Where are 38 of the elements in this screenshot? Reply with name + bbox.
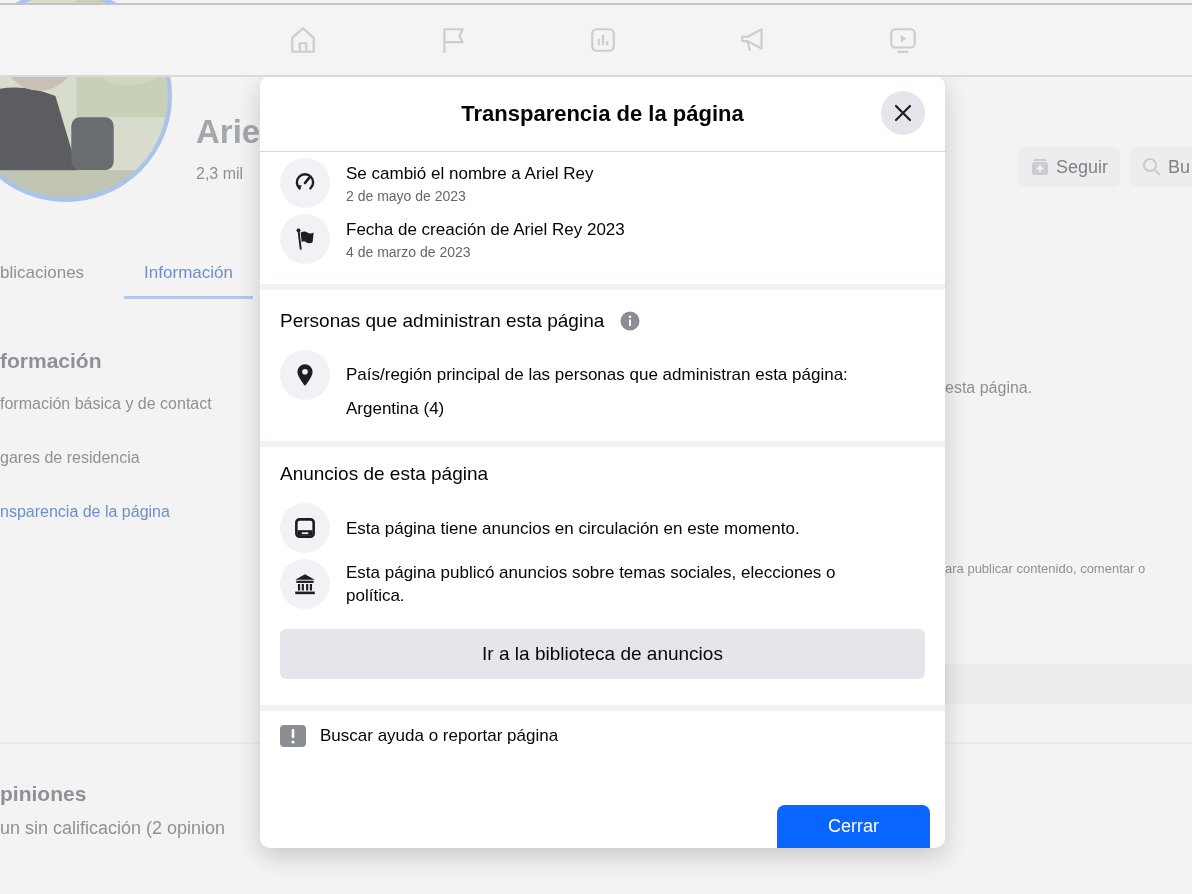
profile-tab[interactable]: Información	[124, 249, 253, 299]
history-date: 4 de marzo de 2023	[346, 244, 472, 260]
follower-count: 2,3 mil	[196, 165, 244, 183]
close-button[interactable]	[881, 91, 925, 135]
admin-country: Argentina (4)	[346, 399, 446, 419]
admin-text: País/región principal de las personas que administran esta página:	[346, 364, 849, 386]
search-icon	[1141, 157, 1162, 177]
page-name: Arie	[196, 113, 262, 151]
history-text: Se cambió el nombre a Ariel Rey	[346, 163, 595, 185]
body-text: ara publicar contenido, comentar o	[945, 561, 1146, 576]
section-heading: Anuncios de esta página	[280, 463, 490, 485]
home-icon[interactable]	[288, 25, 318, 55]
close-button[interactable]: Cerrar	[777, 805, 930, 848]
ads-text: Esta página publicó anuncios sobre temas sociales, elecciones o política.	[346, 562, 837, 607]
follow-button[interactable]: Seguir	[1017, 147, 1120, 187]
sidebar-item[interactable]: gares de residencia	[0, 449, 262, 503]
section-heading: Personas que administran esta página	[280, 310, 605, 332]
chart-icon[interactable]	[588, 25, 618, 55]
monitor-icon	[292, 515, 318, 541]
section-heading: formación	[0, 349, 103, 373]
ad-library-button[interactable]: Ir a la biblioteca de anuncios	[280, 629, 925, 679]
video-icon[interactable]	[888, 25, 918, 55]
info-icon	[620, 311, 641, 331]
history-text: Fecha de creación de Ariel Rey 2023	[346, 219, 626, 241]
sidebar-item[interactable]: nsparencia de la página	[0, 503, 262, 557]
body-text: esta página.	[945, 379, 1033, 397]
warning-icon	[280, 725, 306, 747]
history-date: 2 de mayo de 2023	[346, 188, 467, 204]
search-button[interactable]: Bu	[1129, 147, 1192, 187]
close-icon	[893, 103, 913, 123]
dialog-title: Transparencia de la página	[461, 100, 744, 127]
report-link[interactable]: Buscar ayuda o reportar página	[320, 726, 559, 746]
profile-tab[interactable]: blicaciones	[0, 249, 105, 299]
sidebar-item[interactable]: formación básica y de contact	[0, 395, 262, 449]
ads-text: Esta página tiene anuncios en circulación en este momento.	[346, 517, 801, 540]
rating-summary: un sin calificación (2 opinion	[0, 818, 226, 839]
section-heading: piniones	[0, 782, 87, 806]
follow-icon	[1029, 157, 1050, 177]
